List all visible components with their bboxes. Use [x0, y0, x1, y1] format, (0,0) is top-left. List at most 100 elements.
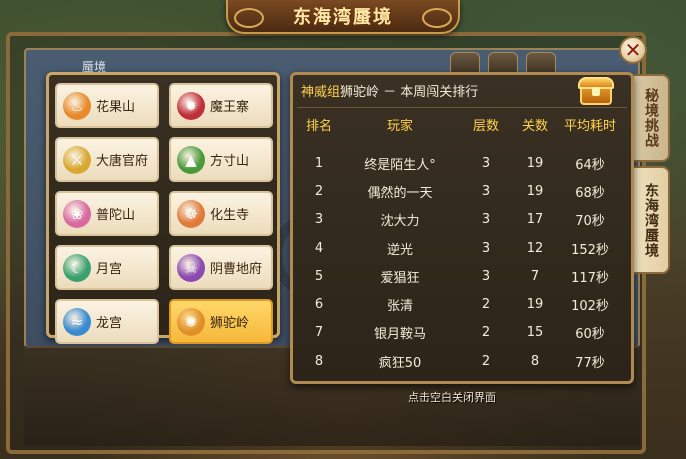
ranking-group: 神威组 [301, 85, 341, 100]
sword-icon: ⚔ [63, 145, 91, 174]
column-header-rank: 排名 [305, 119, 332, 134]
moon-icon: ☾ [63, 253, 91, 282]
dragon-icon: ≈ [63, 307, 91, 336]
layers-cell: 3 [481, 268, 491, 284]
table-row[interactable]: 2 偶然的一天 3 19 68秒 [293, 177, 633, 205]
layers-cell: 3 [481, 155, 491, 171]
skull-icon: ☠ [177, 253, 205, 282]
rank-cell: 7 [314, 325, 324, 341]
ranking-title-text: 狮驼岭 － 本周闯关排行 [340, 85, 479, 100]
lotus-icon: ❀ [63, 199, 91, 228]
sect-label: 魔王寨 [210, 100, 250, 115]
sect-label: 大唐官府 [96, 154, 149, 169]
lion-icon: ✺ [177, 307, 205, 336]
column-header-levels: 关数 [521, 119, 548, 134]
player-cell: 银月鞍马 [373, 327, 426, 343]
sect-label: 狮驼岭 [210, 316, 250, 331]
sect-button[interactable]: ✺ 狮驼岭 [169, 299, 273, 344]
sect-button[interactable]: ☠ 阴曹地府 [169, 245, 273, 290]
rank-cell: 4 [314, 240, 324, 256]
ranking-header-row: 排名 玩家 层数 关数 平均耗时 [293, 115, 633, 135]
levels-cell: 19 [526, 183, 544, 199]
sect-button[interactable]: ☾ 月宫 [55, 245, 159, 290]
rank-cell: 6 [314, 297, 324, 313]
avg-time-cell: 60秒 [575, 327, 605, 343]
rank-cell: 5 [314, 268, 324, 284]
avg-time-cell: 102秒 [571, 299, 609, 315]
avg-time-cell: 64秒 [575, 157, 605, 173]
rank-cell: 2 [314, 183, 324, 199]
table-row[interactable]: 7 银月鞍马 2 15 60秒 [293, 319, 633, 347]
sect-selector-popup: ♨ 花果山 ✹ 魔王寨 ⚔ 大唐官府 ▲ 方寸山 ❀ 普陀山 ☸ 化生寺 ☾ 月宫 ☠ 阴曹地府 ≈ 龙宫 ✺ 狮驼岭 [46, 72, 280, 344]
column-header-layers: 层数 [472, 119, 499, 134]
sect-button[interactable]: ♨ 花果山 [55, 83, 159, 128]
mountain-icon: ▲ [177, 145, 205, 174]
sect-button[interactable]: ⚔ 大唐官府 [55, 137, 159, 182]
chest-lock [592, 87, 600, 96]
tab-donghaiwan-mirage[interactable]: 东海湾蜃境 [634, 166, 670, 274]
levels-cell: 17 [526, 212, 544, 228]
tab-label: 秘境挑战 [643, 88, 659, 148]
sect-label: 龙宫 [96, 316, 123, 331]
sect-button[interactable]: ≈ 龙宫 [55, 299, 159, 344]
close-hint: 点击空白关闭界面 [408, 391, 496, 404]
player-cell: 沈大力 [380, 214, 420, 230]
sect-label: 阴曹地府 [210, 262, 263, 277]
page-title: 东海湾蜃境 [293, 7, 393, 28]
layers-cell: 2 [481, 297, 491, 313]
sect-label: 花果山 [96, 100, 136, 115]
sect-button[interactable]: ▲ 方寸山 [169, 137, 273, 182]
ranking-title: 神威组狮驼岭 － 本周闯关排行 [301, 81, 478, 100]
avg-time-cell: 68秒 [575, 185, 605, 201]
layers-cell: 3 [481, 183, 491, 199]
tab-secret-challenge[interactable]: 秘境挑战 [634, 74, 670, 162]
player-cell: 爱猖狂 [380, 270, 420, 286]
avg-time-cell: 70秒 [575, 214, 605, 230]
avg-time-cell: 77秒 [575, 355, 605, 371]
rank-cell: 3 [314, 212, 324, 228]
sect-label: 月宫 [96, 262, 123, 277]
table-row[interactable]: 1 终是陌生人° 3 19 64秒 [293, 149, 633, 177]
levels-cell: 19 [526, 297, 544, 313]
levels-cell: 8 [530, 353, 540, 369]
layers-cell: 2 [481, 325, 491, 341]
column-header-player: 玩家 [386, 119, 413, 134]
table-row[interactable]: 8 疯狂50 2 8 77秒 [293, 347, 633, 375]
close-button[interactable]: ✕ [619, 36, 647, 64]
sect-label: 普陀山 [96, 208, 136, 223]
player-cell: 疯狂50 [378, 355, 422, 371]
player-cell: 张清 [386, 299, 413, 315]
sect-button[interactable]: ❀ 普陀山 [55, 191, 159, 236]
sect-label: 方寸山 [210, 154, 250, 169]
table-row[interactable]: 6 张清 2 19 102秒 [293, 290, 633, 318]
layers-cell: 3 [481, 212, 491, 228]
layers-cell: 3 [481, 240, 491, 256]
column-header-avg-time: 平均耗时 [563, 119, 616, 134]
sect-label: 化生寺 [210, 208, 250, 223]
close-icon[interactable]: ✕ [625, 38, 642, 62]
levels-cell: 19 [526, 155, 544, 171]
rank-cell: 8 [314, 353, 324, 369]
levels-cell: 12 [526, 240, 544, 256]
sect-button[interactable]: ✹ 魔王寨 [169, 83, 273, 128]
table-row[interactable]: 3 沈大力 3 17 70秒 [293, 206, 633, 234]
sect-grid: ♨ 花果山 ✹ 魔王寨 ⚔ 大唐官府 ▲ 方寸山 ❀ 普陀山 ☸ 化生寺 ☾ 月宫 ☠ 阴曹地府 ≈ 龙宫 ✺ 狮驼岭 [55, 83, 273, 344]
player-cell: 逆光 [386, 242, 413, 258]
player-cell: 偶然的一天 [367, 185, 433, 201]
sect-button[interactable]: ☸ 化生寺 [169, 191, 273, 236]
avg-time-cell: 152秒 [571, 242, 609, 258]
flame-icon: ♨ [63, 91, 91, 120]
tab-label: 东海湾蜃境 [643, 182, 659, 258]
divider [297, 107, 627, 108]
table-row[interactable]: 4 逆光 3 12 152秒 [293, 234, 633, 262]
player-cell: 终是陌生人° [364, 157, 436, 173]
demon-icon: ✹ [177, 91, 205, 120]
title-banner: 东海湾蜃境 [226, 0, 460, 34]
table-row[interactable]: 5 爱猖狂 3 7 117秒 [293, 262, 633, 290]
treasure-chest-button[interactable] [577, 75, 615, 107]
ranking-rows: 1 终是陌生人° 3 19 64秒 2 偶然的一天 3 19 68秒 3 沈大力 3 17 70秒 4 逆光 3 1… [293, 149, 633, 375]
ranking-panel: 神威组狮驼岭 － 本周闯关排行 排名 玩家 层数 关数 平均耗时 1 终是陌生人°… [290, 72, 634, 384]
levels-cell: 7 [530, 268, 540, 284]
avg-time-cell: 117秒 [571, 270, 609, 286]
layers-cell: 2 [481, 353, 491, 369]
